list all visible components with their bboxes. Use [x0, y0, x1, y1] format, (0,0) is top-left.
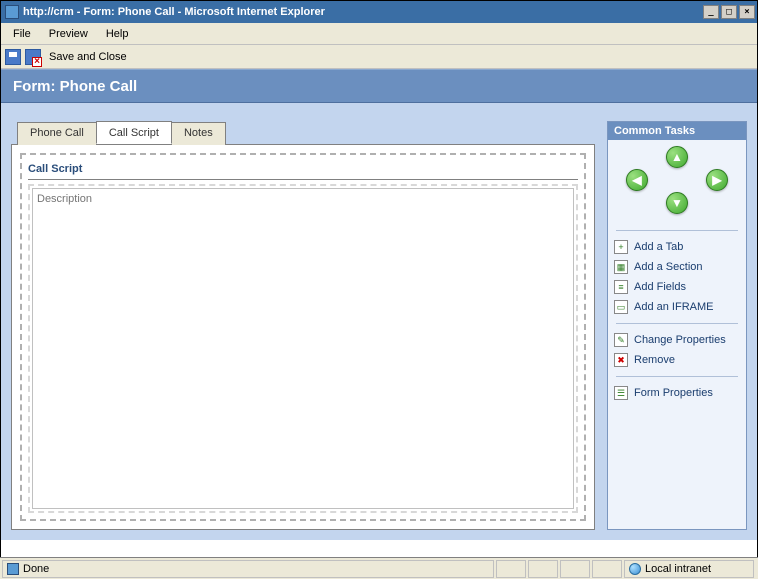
status-zone-cell: Local intranet: [624, 560, 754, 578]
add-tab-icon: +: [614, 240, 628, 254]
status-zone: Local intranet: [645, 563, 711, 575]
task-divider: [616, 323, 738, 324]
status-empty-cell: [496, 560, 526, 578]
status-empty-cell: [560, 560, 590, 578]
task-label: Add an IFRAME: [634, 301, 713, 313]
maximize-button[interactable]: □: [721, 5, 737, 19]
tab-strip: Phone Call Call Script Notes: [17, 121, 595, 144]
task-remove[interactable]: ✖ Remove: [614, 350, 740, 370]
move-up-button[interactable]: ▲: [666, 146, 688, 168]
task-label: Form Properties: [634, 387, 713, 399]
task-label: Add Fields: [634, 281, 686, 293]
task-divider: [616, 376, 738, 377]
save-icon[interactable]: [5, 49, 21, 65]
task-add-iframe[interactable]: ▭ Add an IFRAME: [614, 297, 740, 317]
task-change-properties[interactable]: ✎ Change Properties: [614, 330, 740, 350]
section-content[interactable]: [28, 184, 578, 513]
move-left-button[interactable]: ◀: [626, 169, 648, 191]
menu-preview[interactable]: Preview: [41, 26, 96, 42]
task-add-section[interactable]: ▦ Add a Section: [614, 257, 740, 277]
toolbar: Save and Close: [1, 45, 757, 69]
add-section-icon: ▦: [614, 260, 628, 274]
menu-bar: File Preview Help: [1, 23, 757, 45]
task-label: Add a Section: [634, 261, 703, 273]
tab-notes[interactable]: Notes: [171, 122, 226, 145]
save-close-icon[interactable]: [25, 49, 41, 65]
status-message-cell: Done: [2, 560, 494, 578]
change-properties-icon: ✎: [614, 333, 628, 347]
move-right-button[interactable]: ▶: [706, 169, 728, 191]
menu-help[interactable]: Help: [98, 26, 137, 42]
form-designer-pane: Phone Call Call Script Notes Call Script: [11, 121, 595, 530]
add-iframe-icon: ▭: [614, 300, 628, 314]
tab-call-script[interactable]: Call Script: [96, 121, 172, 144]
window-title: http://crm - Form: Phone Call - Microsof…: [23, 6, 703, 18]
tab-phone-call[interactable]: Phone Call: [17, 122, 97, 145]
task-list: + Add a Tab ▦ Add a Section ≡ Add Fields…: [608, 220, 746, 407]
minimize-button[interactable]: _: [703, 5, 719, 19]
main-area: Phone Call Call Script Notes Call Script…: [1, 103, 757, 540]
form-properties-icon: ☰: [614, 386, 628, 400]
common-tasks-header: Common Tasks: [608, 122, 746, 140]
description-field[interactable]: [32, 188, 574, 509]
close-button[interactable]: ×: [739, 5, 755, 19]
ie-small-icon: [7, 563, 19, 575]
tab-body: Call Script: [11, 144, 595, 530]
ie-icon: [5, 5, 19, 19]
task-label: Remove: [634, 354, 675, 366]
window-controls: _ □ ×: [703, 5, 755, 19]
task-add-tab[interactable]: + Add a Tab: [614, 237, 740, 257]
status-message: Done: [23, 563, 49, 575]
tab-inner[interactable]: Call Script: [20, 153, 586, 521]
task-label: Change Properties: [634, 334, 726, 346]
add-fields-icon: ≡: [614, 280, 628, 294]
common-tasks-panel: Common Tasks ▲ ◀ ▶ ▼ + Add a Tab ▦ Add a…: [607, 121, 747, 530]
status-empty-cell: [528, 560, 558, 578]
remove-icon: ✖: [614, 353, 628, 367]
form-title: Form: Phone Call: [13, 78, 137, 95]
task-divider: [616, 230, 738, 231]
task-label: Add a Tab: [634, 241, 683, 253]
form-header: Form: Phone Call: [1, 69, 757, 103]
task-form-properties[interactable]: ☰ Form Properties: [614, 383, 740, 403]
section-title[interactable]: Call Script: [28, 161, 578, 180]
move-arrows: ▲ ◀ ▶ ▼: [608, 140, 746, 220]
save-and-close-button[interactable]: Save and Close: [45, 51, 131, 63]
move-down-button[interactable]: ▼: [666, 192, 688, 214]
intranet-icon: [629, 563, 641, 575]
menu-file[interactable]: File: [5, 26, 39, 42]
window-titlebar: http://crm - Form: Phone Call - Microsof…: [1, 1, 757, 23]
status-empty-cell: [592, 560, 622, 578]
status-bar: Done Local intranet: [0, 557, 758, 579]
task-add-fields[interactable]: ≡ Add Fields: [614, 277, 740, 297]
